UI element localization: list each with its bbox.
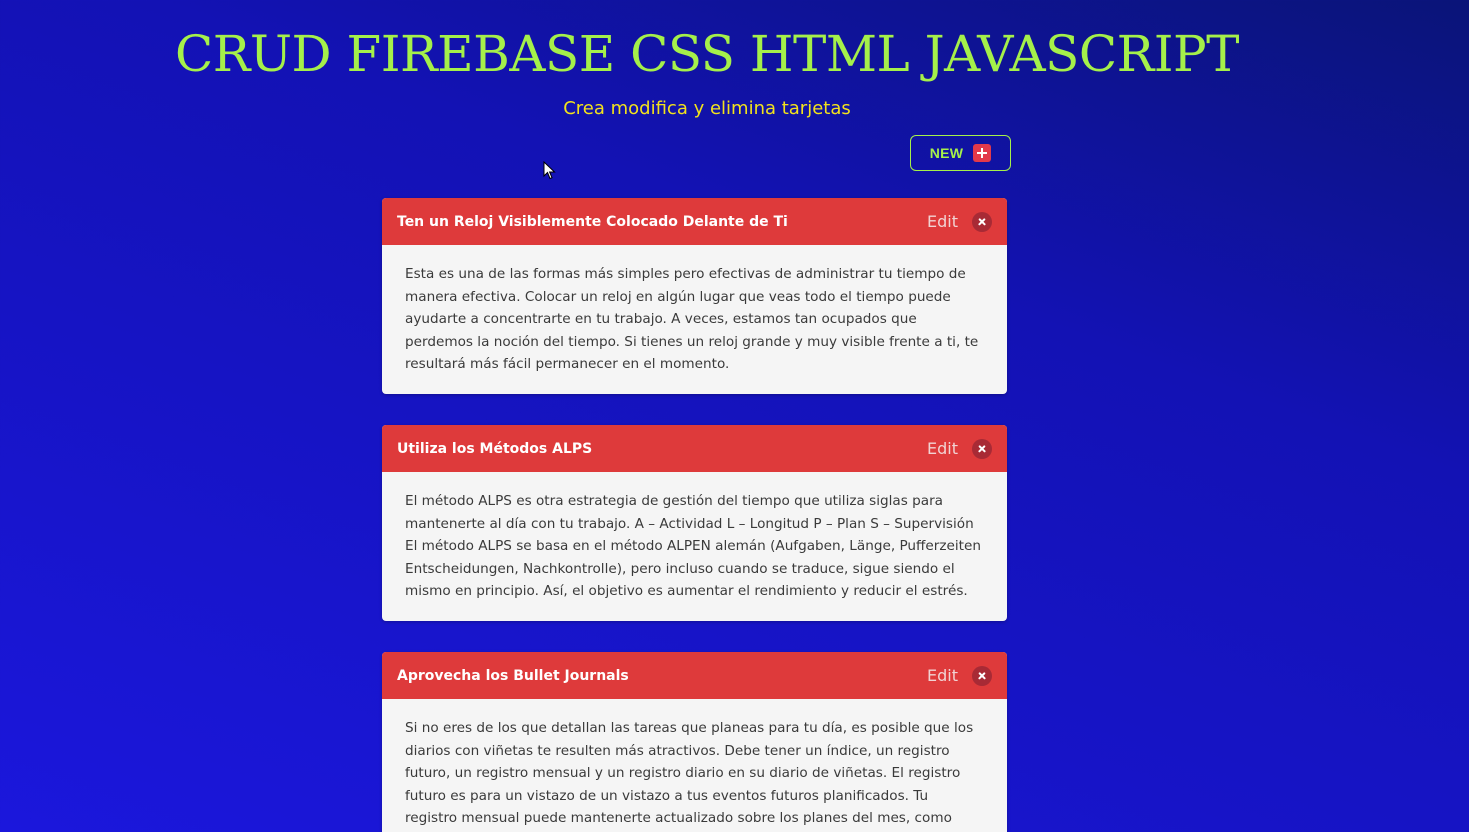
card-title: Ten un Reloj Visiblemente Colocado Delan… xyxy=(397,213,788,230)
card: Ten un Reloj Visiblemente Colocado Delan… xyxy=(382,198,1007,394)
card-title: Utiliza los Métodos ALPS xyxy=(397,440,593,457)
card-title: Aprovecha los Bullet Journals xyxy=(397,667,629,684)
edit-button[interactable]: Edit xyxy=(927,666,958,685)
plus-icon xyxy=(973,144,992,162)
new-card-button[interactable]: NEW xyxy=(910,135,1011,171)
card: Aprovecha los Bullet Journals Edit Si no… xyxy=(382,652,1007,832)
edit-button[interactable]: Edit xyxy=(927,212,958,231)
card: Utiliza los Métodos ALPS Edit El método … xyxy=(382,425,1007,621)
page-title: CRUD FIREBASE CSS HTML JAVASCRIPT xyxy=(174,25,1240,83)
new-button-label: NEW xyxy=(929,145,964,161)
card-body: El método ALPS es otra estrategia de ges… xyxy=(405,493,981,599)
card-header: Ten un Reloj Visiblemente Colocado Delan… xyxy=(382,198,1007,245)
close-icon[interactable] xyxy=(972,665,992,686)
edit-button[interactable]: Edit xyxy=(927,439,958,458)
close-icon[interactable] xyxy=(972,438,992,459)
card-body: Si no eres de los que detallan las tarea… xyxy=(405,720,974,826)
card-body: Esta es una de las formas más simples pe… xyxy=(405,266,979,372)
close-icon[interactable] xyxy=(972,211,992,232)
card-header: Utiliza los Métodos ALPS Edit xyxy=(382,425,1007,472)
card-header: Aprovecha los Bullet Journals Edit xyxy=(382,652,1007,699)
page-subtitle: Crea modifica y elimina tarjetas xyxy=(563,98,851,119)
mouse-cursor-icon xyxy=(543,161,556,180)
